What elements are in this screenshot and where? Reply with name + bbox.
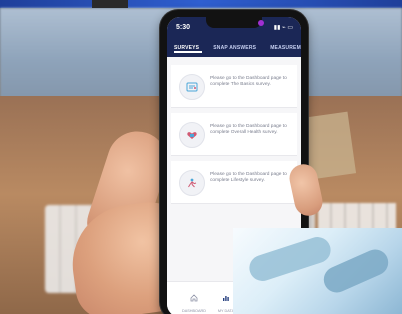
tab-measurement[interactable]: MEASUREMENT [263, 39, 301, 57]
survey-card-text: Please go to the Dashboard page to compl… [210, 76, 287, 87]
lifestyle-icon [179, 170, 205, 196]
survey-card-lifestyle[interactable]: Please go to the Dashboard page to compl… [171, 161, 297, 204]
survey-card-text: Please go to the Dashboard page to compl… [210, 124, 287, 135]
survey-card-overall-health[interactable]: Please go to the Dashboard page to compl… [171, 113, 297, 156]
status-time: 5:30 [176, 24, 191, 31]
survey-card-text: Please go to the Dashboard page to compl… [210, 172, 287, 183]
heart-health-icon [179, 122, 205, 148]
tab-surveys[interactable]: SURVEYS [167, 39, 206, 57]
tab-snap-answers[interactable]: SNAP ANSWERS [206, 39, 263, 57]
photo-scene: 5:30 ▮▮ ⌁ ▭ SURVEYS SNAP ANSWERS MEASURE… [0, 0, 402, 314]
survey-card-basics[interactable]: Please go to the Dashboard page to compl… [171, 65, 297, 108]
camera-indicator-icon [258, 20, 264, 26]
survey-tabs: SURVEYS SNAP ANSWERS MEASUREMENT [167, 39, 301, 57]
bar-chart-icon [223, 296, 229, 301]
nav-dashboard-label: DASHBOARD [181, 309, 207, 313]
status-indicators: ▮▮ ⌁ ▭ [273, 25, 293, 31]
nav-dashboard[interactable]: DASHBOARD [179, 289, 209, 313]
basics-icon [179, 74, 205, 100]
phone-notch [206, 17, 264, 28]
top-color-band [0, 0, 402, 8]
monitor-detail [92, 0, 128, 8]
active-tab-indicator [174, 51, 202, 53]
home-icon [190, 294, 198, 302]
